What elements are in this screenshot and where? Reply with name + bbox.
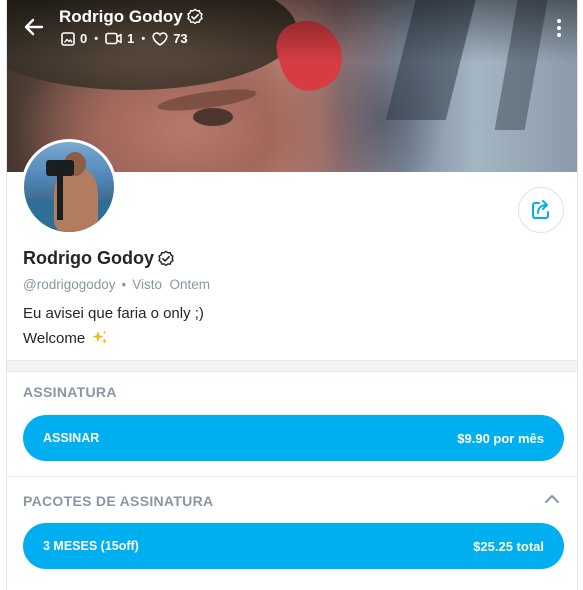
dot-icon (557, 26, 561, 30)
collapse-bundles-button[interactable] (543, 492, 561, 506)
profile-meta: @rodrigogodoy • Visto Ontem (23, 277, 210, 292)
image-icon (61, 31, 75, 46)
heart-icon (152, 31, 168, 46)
sparkles-icon (92, 330, 108, 344)
bio-line-2: Welcome (23, 329, 109, 347)
dot-icon (557, 19, 561, 23)
share-icon (532, 200, 549, 219)
subscribe-button[interactable]: ASSINAR $9.90 por mês (23, 415, 564, 461)
header-name: Rodrigo Godoy (59, 7, 183, 26)
bio-line-2-text: Welcome (23, 329, 86, 347)
subscribe-label: ASSINAR (43, 431, 100, 445)
last-seen: Visto Ontem (132, 277, 211, 292)
avatar[interactable] (21, 139, 117, 235)
subscribe-price: $9.90 por mês (457, 430, 544, 446)
arrow-left-icon (24, 18, 44, 36)
dot-icon (557, 33, 561, 37)
videos-count: 1 (127, 31, 135, 46)
likes-count: 73 (173, 31, 188, 46)
bundles-title: PACOTES DE ASSINATURA (23, 493, 214, 509)
profile-name: Rodrigo Godoy (23, 248, 175, 269)
bundle-price: $25.25 total (473, 538, 544, 554)
chevron-up-icon (545, 495, 559, 503)
bundle-label: 3 MESES (15off) (43, 539, 139, 553)
section-divider (7, 476, 577, 477)
images-count: 0 (80, 31, 88, 46)
more-options-button[interactable] (551, 16, 567, 40)
subscription-title: ASSINATURA (23, 384, 117, 400)
verified-icon (158, 249, 174, 266)
meta-separator: • (121, 277, 127, 292)
profile-page: Rodrigo Godoy 0 • 1 • 73 Rodrigo Godoy @… (6, 0, 578, 590)
verified-icon (186, 8, 203, 25)
share-button[interactable] (518, 187, 564, 233)
back-button[interactable] (21, 14, 47, 40)
header-title: Rodrigo Godoy (59, 7, 204, 27)
video-icon (105, 32, 122, 45)
profile-name-text: Rodrigo Godoy (23, 248, 154, 268)
top-bar: Rodrigo Godoy 0 • 1 • 73 (7, 0, 577, 56)
section-divider (7, 360, 577, 372)
profile-handle: @rodrigogodoy (23, 277, 116, 292)
bundle-button-3-months[interactable]: 3 MESES (15off) $25.25 total (23, 523, 564, 569)
header-stats: 0 • 1 • 73 (61, 31, 188, 46)
bio-line-1: Eu avisei que faria o only ;) (23, 305, 204, 322)
